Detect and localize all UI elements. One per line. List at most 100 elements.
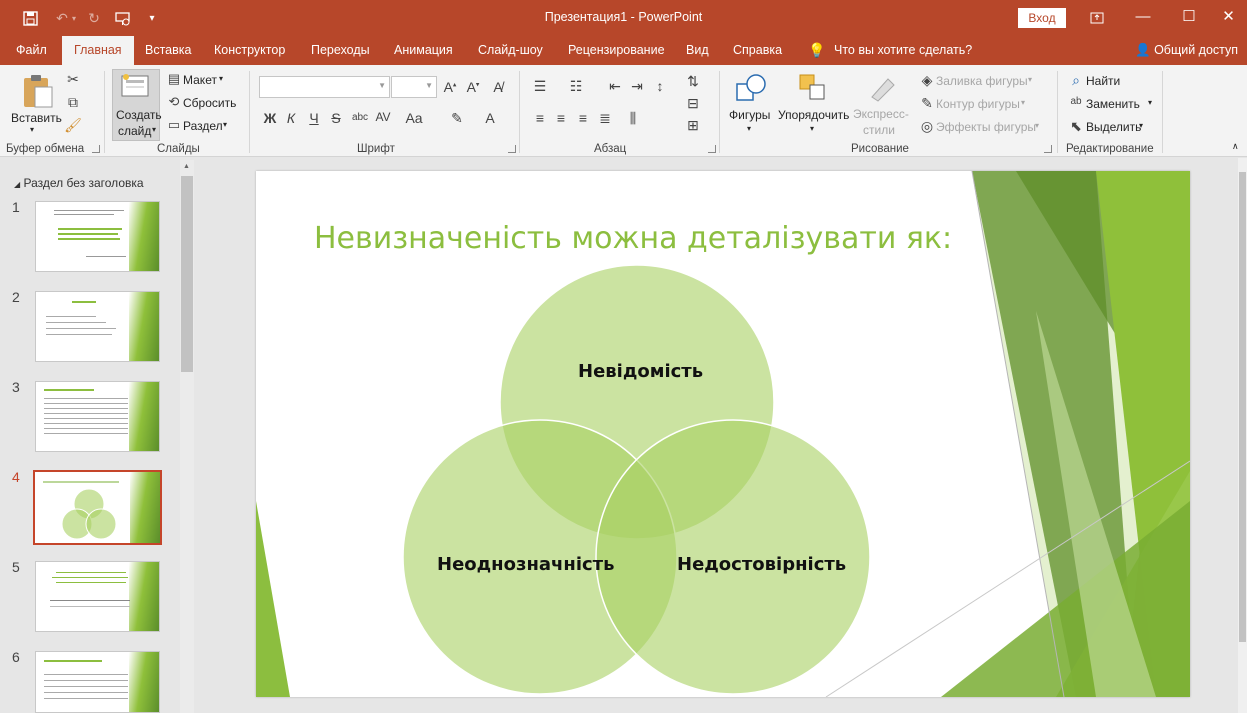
underline-button[interactable]: Ч [304, 110, 324, 126]
increase-font-icon[interactable]: A▴ [440, 79, 460, 95]
align-right-icon[interactable]: ≡ [573, 110, 593, 126]
replace-icon: ab [1070, 96, 1082, 107]
slide-thumbnail-2[interactable] [35, 291, 160, 362]
align-center-icon[interactable]: ≡ [551, 110, 571, 126]
justify-icon[interactable]: ≣ [595, 110, 615, 127]
decrease-indent-icon[interactable]: ⇤ [605, 78, 625, 95]
tab-animations[interactable]: Анимация [394, 36, 453, 65]
paste-button[interactable]: Вставить ▾ [8, 69, 64, 139]
drawing-launcher-icon[interactable] [1044, 145, 1052, 153]
thumbnail-text [44, 686, 128, 687]
tab-review[interactable]: Рецензирование [568, 36, 665, 65]
arrange-dropdown-icon: ▾ [810, 124, 815, 133]
copy-icon[interactable]: ⧉ [63, 94, 83, 111]
thumbnail-text [46, 328, 116, 329]
tab-design[interactable]: Конструктор [214, 36, 285, 65]
slide-thumbnail-5[interactable] [35, 561, 160, 632]
minimize-icon[interactable]: — [1120, 0, 1166, 36]
thumbnail-scrollbar-thumb[interactable] [181, 176, 193, 372]
change-case-button[interactable]: Aa [403, 110, 425, 126]
shape-outline-button[interactable]: ✎ Контур фигуры ▾ [917, 95, 1039, 113]
slide-number: 3 [12, 379, 20, 395]
increase-indent-icon[interactable]: ⇥ [627, 78, 647, 95]
ribbon: Вставить ▾ ✂ ⧉ 🖌 Буфер обмена Создать сл… [0, 65, 1247, 157]
clear-formatting-icon[interactable]: A̸ [488, 79, 508, 95]
font-color-icon[interactable]: A [480, 110, 500, 126]
ribbon-display-options-icon[interactable] [1074, 0, 1120, 36]
close-icon[interactable]: ✕ [1210, 0, 1247, 36]
venn-label-ambiguity[interactable]: Неоднозначність [437, 554, 614, 575]
slide-canvas[interactable]: Невизначеність можна деталізувати як: Не… [256, 171, 1190, 697]
thumbnail-text [46, 334, 112, 335]
shape-effects-button[interactable]: ◎ Эффекты фигуры ▾ [917, 118, 1047, 136]
slide-thumbnail-3[interactable] [35, 381, 160, 452]
quick-styles-icon [871, 78, 895, 102]
tell-me-search[interactable]: Что вы хотите сделать? [834, 36, 972, 65]
strikethrough-button[interactable]: S [326, 110, 346, 126]
thumbnail-text [52, 577, 128, 578]
new-slide-label-1: Создать [116, 108, 162, 122]
smartart-convert-icon[interactable]: ⊞ [683, 117, 703, 134]
paint-bucket-icon: ◈ [921, 72, 933, 88]
line-spacing-icon[interactable]: ↕ [650, 78, 670, 94]
clipboard-launcher-icon[interactable] [92, 145, 100, 153]
columns-icon[interactable]: ⫼ [623, 110, 643, 127]
quick-styles-button[interactable]: Экспресс- стили [852, 69, 912, 141]
group-separator [249, 71, 250, 153]
scroll-up-icon[interactable]: ▲ [183, 163, 190, 170]
thumbnail-text [58, 228, 122, 230]
tab-file[interactable]: Файл [16, 36, 47, 65]
bold-button[interactable]: Ж [260, 110, 280, 126]
format-painter-icon[interactable]: 🖌 [63, 117, 83, 134]
shapes-button[interactable]: Фигуры ▾ [726, 69, 776, 141]
tab-view[interactable]: Вид [686, 36, 709, 65]
maximize-icon[interactable]: ☐ [1166, 0, 1212, 36]
character-spacing-button[interactable]: AV [372, 110, 394, 124]
tab-transitions[interactable]: Переходы [311, 36, 370, 65]
paragraph-launcher-icon[interactable] [708, 145, 716, 153]
italic-button[interactable]: К [281, 110, 301, 126]
font-launcher-icon[interactable] [508, 145, 516, 153]
decrease-font-icon[interactable]: A▾ [463, 79, 483, 95]
group-separator [519, 71, 520, 153]
new-slide-button[interactable]: Создать слайд ▾ [112, 69, 162, 141]
sign-in-button[interactable]: Вход [1018, 8, 1066, 28]
collapse-ribbon-icon[interactable]: ∧ [1232, 141, 1239, 152]
font-name-combobox[interactable]: ▼ [259, 76, 390, 98]
font-size-combobox[interactable]: ▼ [391, 76, 437, 98]
slide-thumbnail-6[interactable] [35, 651, 160, 713]
highlight-color-icon[interactable]: ✎ [447, 110, 467, 127]
arrange-button[interactable]: Упорядочить ▾ [776, 69, 852, 141]
numbering-icon[interactable]: ☷ [566, 78, 586, 95]
section-dropdown-icon: ▾ [223, 120, 228, 129]
section-header[interactable]: ◢ Раздел без заголовка [14, 176, 144, 190]
shape-effects-label: Эффекты фигуры [936, 120, 1037, 134]
slide-number: 1 [12, 199, 20, 215]
tab-home[interactable]: Главная [62, 36, 134, 65]
slide-thumbnail-1[interactable] [35, 201, 160, 272]
bullets-icon[interactable]: ☰ [530, 78, 550, 95]
share-button[interactable]: 👤 Общий доступ [1135, 36, 1238, 65]
venn-label-unknown[interactable]: Невідомість [578, 361, 703, 382]
find-button[interactable]: ⌕ Найти [1066, 72, 1128, 90]
align-left-icon[interactable]: ≡ [530, 110, 550, 126]
align-text-icon[interactable]: ⊟ [683, 95, 703, 112]
cut-icon[interactable]: ✂ [63, 71, 83, 88]
shadow-button[interactable]: abc [348, 112, 372, 123]
venn-label-unreliability[interactable]: Недостовірність [677, 554, 846, 575]
slide-thumbnail-4[interactable] [33, 470, 162, 545]
layout-button[interactable]: ▤ Макет ▾ [164, 71, 230, 89]
chevron-down-icon: ▾ [1021, 98, 1026, 107]
group-label-paragraph: Абзац [594, 143, 627, 155]
thumbnail-text [44, 398, 128, 399]
section-button[interactable]: ▭ Раздел ▾ [164, 117, 234, 135]
tab-help[interactable]: Справка [733, 36, 782, 65]
reset-button[interactable]: ⟲ Сбросить [164, 94, 240, 112]
replace-button[interactable]: ab Заменить ▾ [1066, 95, 1158, 113]
tab-insert[interactable]: Вставка [145, 36, 191, 65]
editor-scrollbar-thumb[interactable] [1239, 172, 1246, 642]
text-direction-icon[interactable]: ⇅ [683, 73, 703, 90]
tab-slideshow[interactable]: Слайд-шоу [478, 36, 543, 65]
select-button[interactable]: ⬉ Выделить ▾ [1066, 118, 1156, 136]
shape-fill-button[interactable]: ◈ Заливка фигуры ▾ [917, 72, 1039, 90]
